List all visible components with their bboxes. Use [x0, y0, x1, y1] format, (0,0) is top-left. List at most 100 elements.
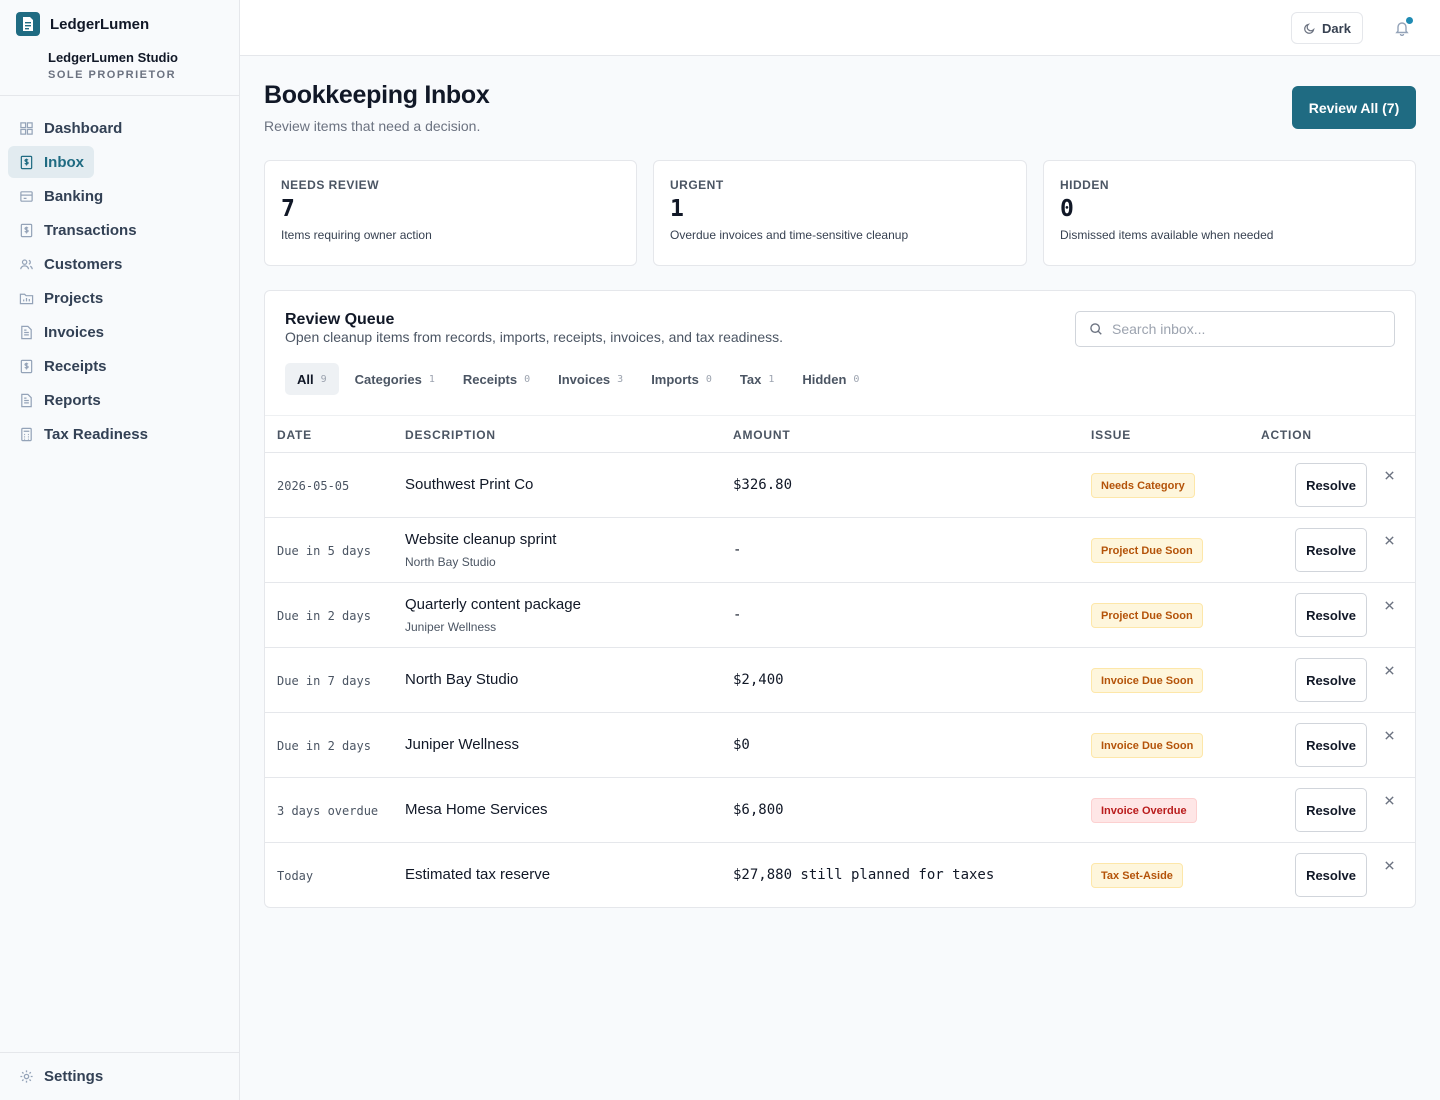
stat-description: Dismissed items available when needed: [1060, 228, 1274, 242]
search-box: [1075, 311, 1395, 347]
org-type: SOLE PROPRIETOR: [48, 69, 177, 81]
sidebar-item-reports[interactable]: Reports: [8, 384, 111, 416]
review-queue-panel: Review Queue Open cleanup items from rec…: [264, 290, 1416, 908]
sidebar-item-label: Receipts: [44, 357, 107, 375]
brand-header: LedgerLumen LedgerLumen Studio SOLE PROP…: [0, 0, 239, 96]
sidebar-item-transactions[interactable]: Transactions: [8, 214, 147, 246]
issue-badge: Invoice Due Soon: [1091, 733, 1204, 758]
grid-icon: [18, 120, 34, 136]
resolve-button[interactable]: Resolve: [1295, 853, 1367, 897]
resolve-button[interactable]: Resolve: [1295, 528, 1367, 572]
cell-description: Estimated tax reserve: [405, 866, 551, 883]
tab-count: 1: [768, 373, 775, 385]
tab-label: Tax: [739, 371, 762, 387]
cell-description: Mesa Home Services: [405, 801, 548, 818]
search-icon: [1088, 321, 1104, 337]
cell-amount: $2,400: [733, 672, 784, 688]
stat-description: Overdue invoices and time-sensitive clea…: [670, 228, 909, 242]
tab-label: Receipts: [462, 371, 518, 387]
column-header-action: ACTION: [1261, 428, 1312, 442]
resolve-button[interactable]: Resolve: [1295, 723, 1367, 767]
sidebar-item-label: Inbox: [44, 153, 84, 171]
document-icon: [18, 324, 34, 340]
sidebar: LedgerLumen LedgerLumen Studio SOLE PROP…: [0, 0, 240, 1100]
cell-description: Website cleanup sprint: [405, 531, 557, 548]
stat-value: 0: [1060, 196, 1074, 222]
issue-badge: Needs Category: [1091, 473, 1195, 498]
page-title: Bookkeeping Inbox: [264, 81, 490, 109]
search-input[interactable]: [1112, 321, 1372, 337]
tab-count: 0: [705, 373, 712, 385]
main-content: Bookkeeping Inbox Review items that need…: [240, 56, 1440, 1100]
page-subtitle: Review items that need a decision.: [264, 118, 481, 134]
stat-card-urgent: URGENT 1 Overdue invoices and time-sensi…: [653, 160, 1027, 266]
tab-label: Hidden: [802, 371, 847, 387]
table-row: 3 days overdue Mesa Home Services $6,800 In…: [265, 778, 1415, 843]
table-row: Due in 7 days North Bay Studio $2,400 Invoi…: [265, 648, 1415, 713]
top-bar: Dark: [240, 0, 1440, 56]
review-all-button[interactable]: Review All (7): [1292, 86, 1416, 129]
tab-tax[interactable]: Tax 1: [728, 363, 786, 395]
sidebar-item-tax-readiness[interactable]: Tax Readiness: [8, 418, 158, 450]
calculator-icon: [18, 426, 34, 442]
cell-amount: -: [733, 542, 742, 558]
sidebar-item-projects[interactable]: Projects: [8, 282, 113, 314]
table-header: DATE DESCRIPTION AMOUNT ISSUE ACTION: [265, 415, 1415, 453]
sidebar-item-label: Invoices: [44, 323, 105, 341]
stat-label: HIDDEN: [1060, 178, 1110, 192]
issue-badge: Project Due Soon: [1091, 538, 1203, 563]
stat-card-hidden: HIDDEN 0 Dismissed items available when …: [1043, 160, 1416, 266]
column-header-date: DATE: [277, 428, 312, 442]
tab-imports[interactable]: Imports 0: [639, 363, 724, 395]
dismiss-icon[interactable]: [1381, 727, 1397, 743]
tab-receipts[interactable]: Receipts 0: [451, 363, 542, 395]
dismiss-icon[interactable]: [1381, 532, 1397, 548]
tab-all[interactable]: All 9: [285, 363, 339, 395]
sidebar-item-settings[interactable]: Settings: [0, 1052, 239, 1100]
app-name: LedgerLumen: [50, 15, 150, 33]
column-header-amount: AMOUNT: [733, 428, 791, 442]
theme-toggle-button[interactable]: Dark: [1291, 12, 1363, 44]
sidebar-item-invoices[interactable]: Invoices: [8, 316, 114, 348]
resolve-button[interactable]: Resolve: [1295, 658, 1367, 702]
theme-toggle-label: Dark: [1322, 20, 1351, 36]
dismiss-icon[interactable]: [1381, 597, 1397, 613]
cell-amount: $6,800: [733, 802, 784, 818]
resolve-button[interactable]: Resolve: [1295, 463, 1367, 507]
dismiss-icon[interactable]: [1381, 792, 1397, 808]
cell-description: Quarterly content package: [405, 596, 581, 613]
tab-count: 1: [428, 373, 435, 385]
sidebar-item-label: Reports: [44, 391, 101, 409]
sidebar-item-dashboard[interactable]: Dashboard: [8, 112, 132, 144]
tab-label: Invoices: [558, 371, 611, 387]
sidebar-item-receipts[interactable]: Receipts: [8, 350, 117, 382]
tab-label: All: [297, 371, 314, 387]
cell-description: Southwest Print Co: [405, 476, 534, 493]
sidebar-item-inbox[interactable]: Inbox: [8, 146, 94, 178]
sidebar-item-label: Transactions: [44, 221, 137, 239]
dismiss-icon[interactable]: [1381, 662, 1397, 678]
filter-tabs: All 9 Categories 1 Receipts 0 Invoices 3 Imports…: [285, 363, 875, 395]
queue-subtitle: Open cleanup items from records, imports…: [285, 329, 783, 345]
resolve-button[interactable]: Resolve: [1295, 788, 1367, 832]
cell-subtext: North Bay Studio: [405, 555, 496, 569]
dollar-doc-icon: [18, 154, 34, 170]
notifications-button[interactable]: [1388, 14, 1416, 42]
notification-dot: [1406, 17, 1413, 24]
sidebar-item-customers[interactable]: Customers: [8, 248, 132, 280]
issue-badge: Tax Set-Aside: [1091, 863, 1183, 888]
dismiss-icon[interactable]: [1381, 857, 1397, 873]
tab-hidden[interactable]: Hidden 0: [790, 363, 871, 395]
gear-icon: [18, 1069, 34, 1085]
tab-invoices[interactable]: Invoices 3: [546, 363, 635, 395]
table-row: 2026-05-05 Southwest Print Co $326.80 Needs…: [265, 453, 1415, 518]
cell-date: Due in 2 days: [277, 739, 371, 753]
tab-categories[interactable]: Categories 1: [343, 363, 447, 395]
cell-date: Today: [277, 869, 314, 883]
dismiss-icon[interactable]: [1381, 467, 1397, 483]
stat-card-needs-review: NEEDS REVIEW 7 Items requiring owner act…: [264, 160, 637, 266]
sidebar-item-banking[interactable]: Banking: [8, 180, 113, 212]
resolve-button[interactable]: Resolve: [1295, 593, 1367, 637]
issue-badge: Project Due Soon: [1091, 603, 1203, 628]
cell-amount: $326.80: [733, 477, 793, 493]
